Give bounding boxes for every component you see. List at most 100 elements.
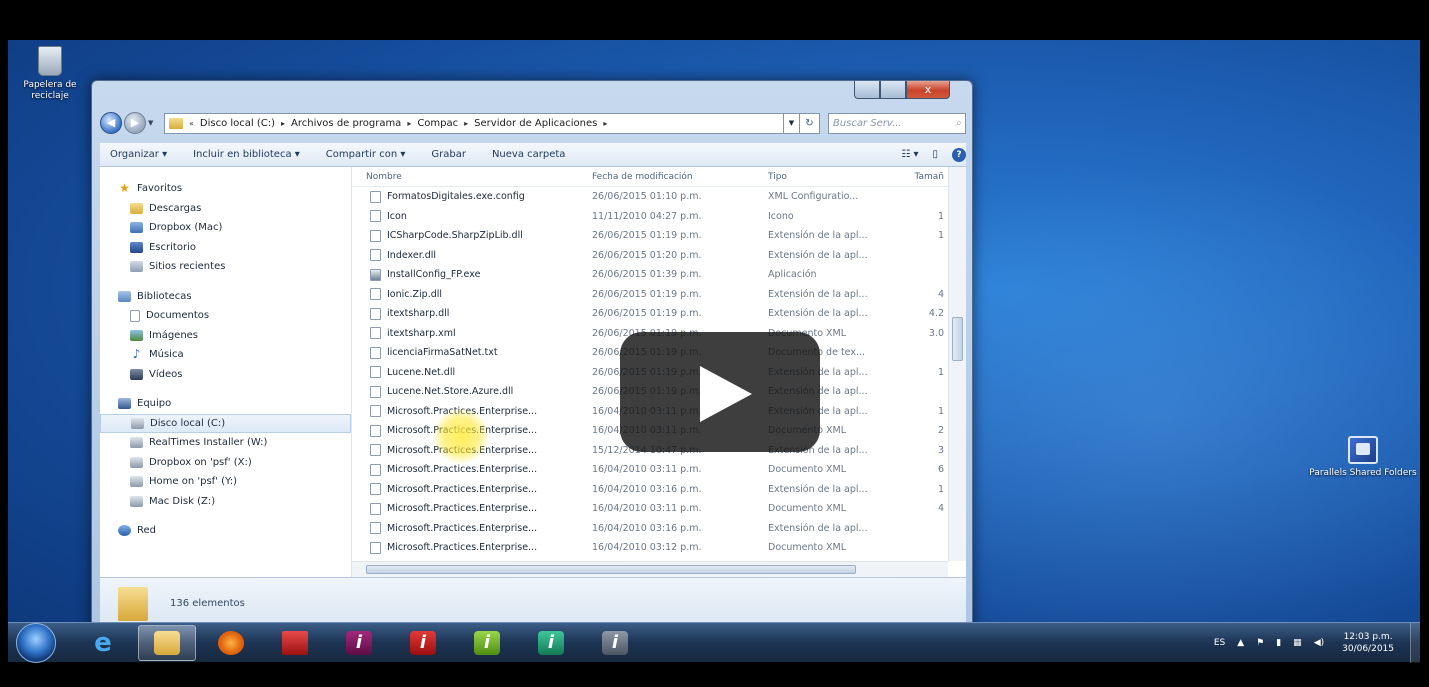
file-type: Aplicación: [768, 269, 817, 281]
scroll-thumb[interactable]: [366, 565, 856, 574]
search-input[interactable]: Buscar Serv... ⌕: [828, 112, 966, 134]
breadcrumb-separator[interactable]: ▸: [603, 119, 607, 128]
nav-mac-disk[interactable]: Mac Disk (Z:): [100, 492, 351, 512]
recent-pages-dropdown[interactable]: ▼: [148, 119, 158, 127]
battery-icon[interactable]: ▮: [1276, 638, 1281, 648]
include-library-button[interactable]: Incluir en biblioteca ▾: [193, 149, 300, 160]
address-overflow-arrow[interactable]: «: [189, 119, 194, 128]
search-icon[interactable]: ⌕: [955, 118, 961, 129]
maximize-button[interactable]: [880, 81, 906, 99]
table-row[interactable]: FormatosDigitales.exe.config 26/06/2015 0…: [352, 187, 948, 207]
column-size[interactable]: Tamañ: [886, 172, 948, 182]
back-button[interactable]: ◀: [100, 112, 122, 134]
taskbar-app-gray[interactable]: i: [586, 625, 644, 661]
vertical-scrollbar[interactable]: [948, 167, 966, 561]
tray-expand-icon[interactable]: ▲: [1237, 638, 1244, 648]
views-icon[interactable]: ☷ ▾: [901, 149, 918, 160]
breadcrumb-separator[interactable]: ▸: [407, 119, 411, 128]
nav-computer[interactable]: Equipo: [100, 394, 351, 414]
minimize-button[interactable]: [854, 81, 880, 99]
taskbar-app-purple[interactable]: i: [330, 625, 388, 661]
close-button[interactable]: x: [906, 81, 950, 99]
folder-icon: [154, 630, 180, 655]
new-folder-button[interactable]: Nueva carpeta: [492, 149, 565, 160]
table-row[interactable]: Ionic.Zip.dll 26/06/2015 01:19 p.m. Extens…: [352, 285, 948, 305]
table-row[interactable]: Microsoft.Practices.Enterprise... 16/04/2…: [352, 460, 948, 480]
nav-home-psf[interactable]: Home on 'psf' (Y:): [100, 472, 351, 492]
address-bar[interactable]: « Disco local (C:) ▸ Archivos de program…: [164, 112, 784, 134]
nav-dropbox-psf[interactable]: Dropbox on 'psf' (X:): [100, 453, 351, 473]
nav-music[interactable]: ♪ Música: [100, 345, 351, 365]
recycle-bin-shortcut[interactable]: Papelera de reciclaje: [20, 46, 80, 102]
breadcrumb-local-disk[interactable]: Disco local (C:): [200, 118, 275, 129]
cursor-highlight: [433, 408, 489, 464]
play-button[interactable]: [620, 332, 820, 452]
file-name-cell: FormatosDigitales.exe.config: [352, 190, 578, 203]
horizontal-scrollbar[interactable]: [352, 561, 948, 577]
nav-realtimes[interactable]: RealTimes Installer (W:): [100, 433, 351, 453]
taskbar-explorer[interactable]: [138, 624, 196, 661]
breadcrumb-compac[interactable]: Compac: [417, 118, 458, 129]
nav-documents[interactable]: Documentos: [100, 306, 351, 326]
organize-button[interactable]: Organizar ▾: [110, 149, 167, 160]
flag-icon[interactable]: ⚑: [1256, 638, 1264, 648]
recycle-bin-label: Papelera de reciclaje: [23, 80, 77, 101]
taskbar-ie[interactable]: e: [74, 625, 132, 661]
nav-local-disk[interactable]: Disco local (C:): [100, 413, 351, 433]
taskbar-app-crimson[interactable]: i: [394, 625, 452, 661]
table-row[interactable]: Indexer.dll 26/06/2015 01:20 p.m. Extensió…: [352, 246, 948, 266]
table-row[interactable]: Microsoft.Practices.Enterprise... 16/04/2…: [352, 499, 948, 519]
nav-label: Escritorio: [149, 241, 196, 253]
file-type: Documento XML: [768, 542, 847, 554]
file-name: FormatosDigitales.exe.config: [387, 191, 525, 203]
table-row[interactable]: Icon 11/11/2010 04:27 p.m. Icono 1: [352, 207, 948, 227]
nav-desktop[interactable]: Escritorio: [100, 238, 351, 258]
show-desktop-button[interactable]: [1410, 622, 1420, 663]
breadcrumb-separator[interactable]: ▸: [281, 119, 285, 128]
breadcrumb-app-server[interactable]: Servidor de Aplicaciones: [474, 118, 597, 129]
forward-button[interactable]: ▶: [124, 112, 146, 134]
nav-label: Disco local (C:): [150, 417, 226, 429]
nav-videos[interactable]: Vídeos: [100, 365, 351, 385]
breadcrumb-program-files[interactable]: Archivos de programa: [291, 118, 401, 129]
network-drive-icon: [130, 476, 143, 488]
burn-button[interactable]: Grabar: [431, 149, 466, 160]
nav-dropbox-mac[interactable]: Dropbox (Mac): [100, 218, 351, 238]
nav-favorites[interactable]: ★ Favoritos: [100, 179, 351, 199]
taskbar-media-player[interactable]: [202, 625, 260, 661]
file-date: 16/04/2010 03:12 p.m.: [592, 542, 702, 554]
scroll-thumb[interactable]: [952, 317, 963, 361]
language-indicator[interactable]: ES: [1214, 638, 1225, 648]
nav-downloads[interactable]: Descargas: [100, 199, 351, 219]
table-row[interactable]: Microsoft.Practices.Enterprise... 16/04/2…: [352, 519, 948, 539]
recent-places-icon: [130, 261, 143, 273]
column-name[interactable]: Nombre: [352, 172, 578, 182]
share-with-button[interactable]: Compartir con ▾: [326, 149, 406, 160]
start-button[interactable]: [16, 622, 56, 663]
recycle-bin-icon: [38, 46, 62, 76]
table-row[interactable]: Microsoft.Practices.Enterprise... 16/04/2…: [352, 538, 948, 558]
table-row[interactable]: Microsoft.Practices.Enterprise... 16/04/2…: [352, 480, 948, 500]
taskbar-app-red[interactable]: [266, 625, 324, 661]
address-dropdown[interactable]: ▼: [784, 112, 800, 134]
preview-pane-icon[interactable]: ▯: [932, 149, 938, 160]
nav-libraries[interactable]: Bibliotecas: [100, 287, 351, 307]
taskbar-app-lime[interactable]: i: [458, 625, 516, 661]
file-icon: [370, 463, 381, 476]
nav-network[interactable]: Red: [100, 521, 351, 541]
taskbar-app-teal[interactable]: i: [522, 625, 580, 661]
table-row[interactable]: InstallConfig_FP.exe 26/06/2015 01:39 p.m…: [352, 265, 948, 285]
breadcrumb-separator[interactable]: ▸: [464, 119, 468, 128]
table-row[interactable]: ICSharpCode.SharpZipLib.dll 26/06/2015 01…: [352, 226, 948, 246]
help-icon[interactable]: ?: [952, 147, 966, 162]
nav-recent[interactable]: Sitios recientes: [100, 257, 351, 277]
refresh-button[interactable]: ↻: [800, 112, 820, 134]
column-type[interactable]: Tipo: [754, 172, 886, 182]
volume-icon[interactable]: ◀): [1314, 638, 1324, 648]
network-tray-icon[interactable]: ▦: [1293, 638, 1302, 648]
column-date[interactable]: Fecha de modificación: [578, 172, 754, 182]
shared-folders-shortcut[interactable]: Parallels Shared Folders: [1308, 436, 1418, 479]
nav-images[interactable]: Imágenes: [100, 326, 351, 346]
table-row[interactable]: itextsharp.dll 26/06/2015 01:19 p.m. Exten…: [352, 304, 948, 324]
clock[interactable]: 12:03 p.m. 30/06/2015: [1342, 631, 1394, 655]
